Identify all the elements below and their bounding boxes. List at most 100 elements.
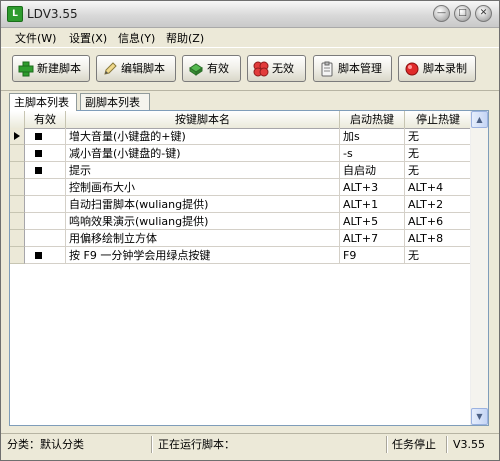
cross-icon xyxy=(253,61,269,77)
scroll-up-button[interactable]: ▲ xyxy=(471,111,488,128)
row-indicator xyxy=(10,162,25,179)
edit-script-button[interactable]: 编辑脚本 xyxy=(96,55,176,82)
maximize-icon: □ xyxy=(458,8,467,18)
row-indicator xyxy=(10,230,25,247)
scroll-down-button[interactable]: ▼ xyxy=(471,408,488,425)
cell-name: 减小音量(小键盘的-键) xyxy=(66,145,340,162)
row-indicator xyxy=(10,196,25,213)
new-script-label: 新建脚本 xyxy=(37,62,81,75)
title-bar[interactable]: L LDV3.55 — □ ✕ xyxy=(1,1,499,28)
check-icon xyxy=(189,63,203,76)
cell-name: 用偏移绘制立方体 xyxy=(66,230,340,247)
app-window: L LDV3.55 — □ ✕ 文件(W) 设置(X) 信息(Y) 帮助(Z) … xyxy=(0,0,500,461)
valid-mark-icon xyxy=(35,150,42,157)
cell-valid[interactable] xyxy=(25,196,66,213)
table-row[interactable]: 按 F9 一分钟学会用绿点按键 F9 无 xyxy=(10,247,472,264)
close-icon: ✕ xyxy=(479,8,488,18)
disable-button[interactable]: 无效 xyxy=(247,55,306,82)
cell-stop: 无 xyxy=(405,145,472,162)
disable-label: 无效 xyxy=(272,62,294,75)
cell-stop: 无 xyxy=(405,128,472,145)
cell-start: ALT+3 xyxy=(340,179,405,196)
header-valid[interactable]: 有效 xyxy=(25,111,66,128)
header-start-hotkey[interactable]: 启动热键 xyxy=(340,111,405,128)
table-row[interactable]: 控制画布大小 ALT+3 ALT+4 xyxy=(10,179,472,196)
script-manage-button[interactable]: 脚本管理 xyxy=(313,55,392,82)
cell-start: ALT+1 xyxy=(340,196,405,213)
table-row[interactable]: 提示 自启动无 xyxy=(10,162,472,179)
app-logo-icon: L xyxy=(7,6,23,22)
valid-mark-icon xyxy=(35,133,42,140)
cell-stop: ALT+2 xyxy=(405,196,472,213)
cell-valid[interactable] xyxy=(25,179,66,196)
table-row[interactable]: 用偏移绘制立方体 ALT+7 ALT+8 xyxy=(10,230,472,247)
status-category: 分类：默认分类 xyxy=(7,438,84,451)
cell-valid[interactable] xyxy=(25,145,66,162)
cell-start: 自启动 xyxy=(340,162,405,179)
maximize-button[interactable]: □ xyxy=(454,5,471,22)
edit-script-label: 编辑脚本 xyxy=(121,62,165,75)
new-script-button[interactable]: 新建脚本 xyxy=(12,55,90,82)
menu-bar: 文件(W) 设置(X) 信息(Y) 帮助(Z) xyxy=(1,28,499,46)
close-button[interactable]: ✕ xyxy=(475,5,492,22)
cell-valid[interactable] xyxy=(25,230,66,247)
cell-valid[interactable] xyxy=(25,213,66,230)
script-record-label: 脚本录制 xyxy=(423,62,467,75)
table-row[interactable]: 减小音量(小键盘的-键) -s 无 xyxy=(10,145,472,162)
script-record-button[interactable]: 脚本录制 xyxy=(398,55,476,82)
plus-icon xyxy=(18,61,34,77)
window-title: LDV3.55 xyxy=(27,7,78,21)
enable-button[interactable]: 有效 xyxy=(182,55,241,82)
cell-valid[interactable] xyxy=(25,128,66,145)
cell-stop: 无 xyxy=(405,162,472,179)
header-stop-hotkey[interactable]: 停止热键 xyxy=(405,111,472,128)
cell-stop: ALT+4 xyxy=(405,179,472,196)
cell-stop: ALT+6 xyxy=(405,213,472,230)
header-script-name[interactable]: 按键脚本名 xyxy=(66,111,340,128)
current-row-pointer-icon xyxy=(14,132,20,140)
menu-settings[interactable]: 设置(X) xyxy=(69,30,107,46)
valid-mark-icon xyxy=(35,167,42,174)
vertical-scrollbar[interactable]: ▲ ▼ xyxy=(470,111,488,425)
table-row[interactable]: 自动扫雷脚本(wuliang提供) ALT+1 ALT+2 xyxy=(10,196,472,213)
status-bar: 分类：默认分类 正在运行脚本： 任务停止 V3.55 xyxy=(1,433,499,454)
cell-start: -s xyxy=(340,145,405,162)
menu-info[interactable]: 信息(Y) xyxy=(118,30,155,46)
header-indicator xyxy=(10,111,25,128)
tab-sub-scripts[interactable]: 副脚本列表 xyxy=(80,93,150,110)
minimize-button[interactable]: — xyxy=(433,5,450,22)
row-indicator xyxy=(10,128,25,145)
script-manage-label: 脚本管理 xyxy=(338,62,382,75)
cell-stop: 无 xyxy=(405,247,472,264)
script-list[interactable]: 有效 按键脚本名 启动热键 停止热键 增大音量(小键盘的+键) 加s 无减小音量(小… xyxy=(9,110,489,426)
pencil-icon xyxy=(104,62,117,75)
chevron-up-icon: ▲ xyxy=(476,115,483,124)
chevron-down-icon: ▼ xyxy=(476,412,483,421)
toolbar: 新建脚本 编辑脚本 有效 无效 脚本管理 脚本录制 xyxy=(1,47,499,91)
cell-name: 提示 xyxy=(66,162,340,179)
menu-help[interactable]: 帮助(Z) xyxy=(166,30,204,46)
clipboard-icon xyxy=(321,61,333,77)
cell-name: 按 F9 一分钟学会用绿点按键 xyxy=(66,247,340,264)
table-row[interactable]: 增大音量(小键盘的+键) 加s 无 xyxy=(10,128,472,145)
record-icon xyxy=(405,62,419,76)
status-version: V3.55 xyxy=(453,438,486,451)
row-indicator xyxy=(10,247,25,264)
tab-main-scripts[interactable]: 主脚本列表 xyxy=(9,93,77,111)
status-divider xyxy=(386,436,388,453)
table-header: 有效 按键脚本名 启动热键 停止热键 xyxy=(10,111,472,129)
cell-start: F9 xyxy=(340,247,405,264)
cell-valid[interactable] xyxy=(25,162,66,179)
status-divider xyxy=(151,436,153,453)
cell-stop: ALT+8 xyxy=(405,230,472,247)
menu-file[interactable]: 文件(W) xyxy=(15,30,56,46)
status-running: 正在运行脚本： xyxy=(158,438,235,451)
cell-valid[interactable] xyxy=(25,247,66,264)
status-divider xyxy=(446,436,448,453)
minimize-icon: — xyxy=(437,8,446,18)
enable-label: 有效 xyxy=(207,62,229,75)
cell-start: ALT+7 xyxy=(340,230,405,247)
cell-start: 加s xyxy=(340,128,405,145)
valid-mark-icon xyxy=(35,252,42,259)
table-row[interactable]: 鸣响效果演示(wuliang提供) ALT+5 ALT+6 xyxy=(10,213,472,230)
